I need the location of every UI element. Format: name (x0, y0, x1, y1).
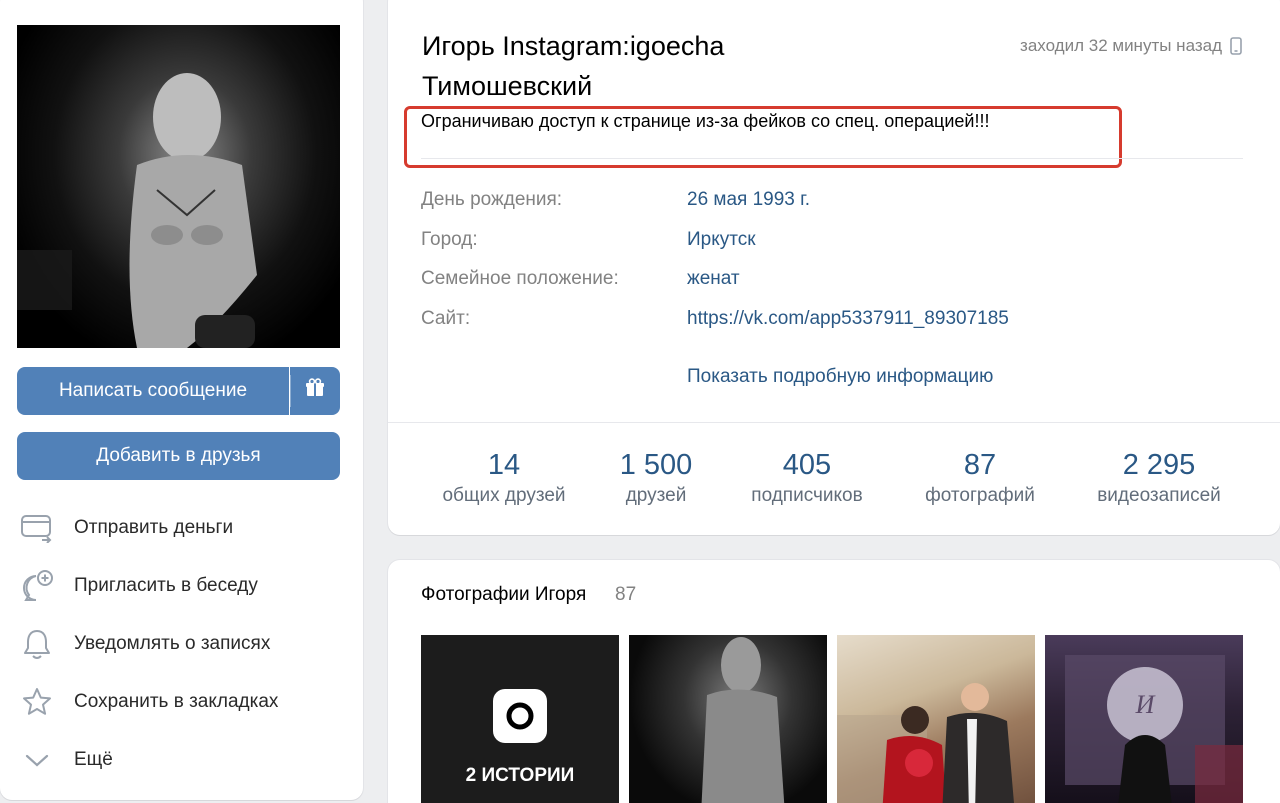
show-more-info-link[interactable]: Показать подробную информацию (687, 366, 993, 388)
info-label: Семейное положение: (421, 268, 619, 289)
counter-value: 14 (487, 449, 521, 481)
photos-title[interactable]: Фотографии Игоря (421, 584, 586, 606)
photo-thumbnail[interactable] (629, 635, 827, 803)
info-row-website: Сайт: https://vk.com/app5337911_89307185 (421, 308, 1009, 330)
photos-count: 87 (615, 584, 637, 605)
counter-label: друзей (625, 485, 687, 506)
profile-info-card: Игорь Instagram:igoecha Тимошевский захо… (388, 0, 1280, 535)
profile-name: Игорь Instagram:igoecha Тимошевский (422, 31, 725, 101)
counter-friends[interactable]: 1 500 друзей (596, 448, 716, 510)
stories-tile[interactable]: 2 ИСТОРИИ (421, 635, 619, 803)
send-gift-button[interactable] (290, 367, 340, 415)
add-friend-button[interactable]: Добавить в друзья (17, 432, 340, 480)
counter-value: 87 (963, 449, 997, 481)
profile-avatar[interactable] (17, 25, 340, 348)
menu-invite-chat-label: Пригласить в беседу (74, 575, 258, 596)
chat-add-icon (20, 569, 54, 603)
menu-more-label: Ещё (74, 749, 113, 770)
info-value-link[interactable]: 26 мая 1993 г. (687, 189, 810, 211)
menu-send-money-label: Отправить деньги (74, 517, 234, 538)
counter-videos[interactable]: 2 295 видеозаписей (1082, 448, 1236, 510)
photos-card: Фотографии Игоря 87 2 ИСТОРИИ И (388, 560, 1280, 803)
chevron-down-icon (20, 743, 54, 777)
counter-value: 1 500 (619, 449, 693, 481)
counter-mutual-friends[interactable]: 14 общих друзей (434, 448, 574, 510)
bell-icon (20, 627, 54, 661)
divider (421, 158, 1243, 159)
svg-text:И: И (1135, 690, 1156, 719)
menu-notify-posts-label: Уведомлять о записях (74, 633, 271, 654)
counter-label: подписчиков (751, 485, 863, 506)
money-transfer-icon (20, 511, 54, 545)
write-message-label: Написать сообщение (58, 380, 248, 401)
menu-notify-posts[interactable]: Уведомлять о записях (20, 624, 270, 664)
menu-bookmark-label: Сохранить в закладках (74, 691, 279, 712)
profile-status-text[interactable]: Ограничиваю доступ к странице из-за фейк… (421, 111, 989, 132)
menu-bookmark[interactable]: Сохранить в закладках (20, 682, 278, 722)
stories-icon (493, 689, 547, 743)
write-message-button[interactable]: Написать сообщение (17, 367, 289, 415)
menu-invite-chat[interactable]: Пригласить в беседу (20, 566, 258, 606)
mobile-phone-icon (1230, 37, 1242, 60)
counter-value: 2 295 (1122, 449, 1196, 481)
info-label: Сайт: (421, 308, 471, 329)
info-value-link[interactable]: Иркутск (687, 229, 756, 251)
info-value-link[interactable]: женат (687, 268, 740, 290)
counter-followers[interactable]: 405 подписчиков (734, 448, 880, 510)
info-row-relationship: Семейное положение: женат (421, 268, 740, 290)
info-label: Город: (421, 229, 478, 250)
add-friend-label: Добавить в друзья (96, 445, 261, 466)
menu-more[interactable]: Ещё (20, 740, 113, 780)
menu-send-money[interactable]: Отправить деньги (20, 508, 233, 548)
stories-label: 2 ИСТОРИИ (465, 765, 575, 786)
counter-label: общих друзей (442, 485, 566, 506)
counter-value: 405 (782, 449, 832, 481)
info-row-birthday: День рождения: 26 мая 1993 г. (421, 189, 810, 211)
info-label: День рождения: (421, 189, 563, 210)
counter-label: видеозаписей (1097, 485, 1221, 506)
profile-sidebar: Написать сообщение Добавить в друзья Отп… (0, 0, 363, 800)
photo-thumbnail[interactable] (837, 635, 1035, 803)
counter-photos[interactable]: 87 фотографий (910, 448, 1050, 510)
last-seen-status: заходил 32 минуты назад (1020, 36, 1222, 55)
website-link[interactable]: https://vk.com/app5337911_89307185 (687, 308, 1009, 330)
info-row-city: Город: Иркутск (421, 229, 756, 251)
star-icon (20, 685, 54, 719)
gift-icon (305, 378, 325, 404)
photo-thumbnail[interactable]: И (1045, 635, 1243, 803)
counter-label: фотографий (925, 485, 1035, 506)
divider (388, 422, 1280, 423)
